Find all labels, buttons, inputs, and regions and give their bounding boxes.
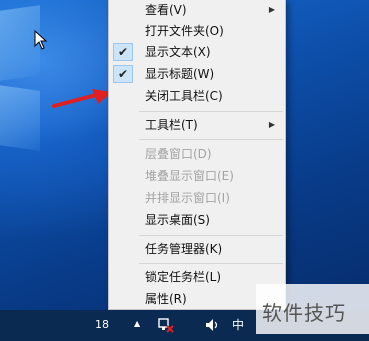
menu-separator [139, 139, 283, 140]
menu-item-label: 工具栏(T) [145, 118, 198, 132]
menu-item-label: 任务管理器(K) [145, 242, 223, 256]
menu-separator [139, 111, 283, 112]
checkmark-icon: ✔ [113, 65, 133, 83]
submenu-arrow-icon: ▶ [268, 120, 275, 129]
menu-item-label: 并排显示窗口(I) [145, 191, 230, 205]
menu-item-label: 查看(V) [145, 3, 187, 17]
menu-item-show-desktop[interactable]: 显示桌面(S) [109, 210, 285, 230]
menu-item-label: 锁定任务栏(L) [145, 270, 222, 284]
taskbar-context-menu: 查看(V) ▶ 打开文件夹(O) ✔ 显示文本(X) ✔ 显示标题(W) 关闭工… [108, 0, 286, 310]
tray-expand-icon[interactable]: ▲ [134, 319, 140, 328]
submenu-arrow-icon: ▶ [268, 5, 275, 14]
menu-item-label: 显示标题(W) [145, 67, 215, 81]
checkmark-icon: ✔ [113, 43, 133, 61]
ime-indicator[interactable]: 中 [232, 316, 244, 333]
watermark-text: 软件技巧 [262, 301, 346, 325]
menu-item-cascade-windows: 层叠窗口(D) [109, 144, 285, 164]
menu-item-label: 层叠窗口(D) [145, 147, 212, 161]
menu-item-label: 显示文本(X) [145, 45, 211, 59]
menu-separator [139, 263, 283, 264]
volume-icon[interactable] [205, 318, 221, 332]
menu-item-label: 打开文件夹(O) [145, 24, 224, 38]
mouse-cursor-icon [34, 30, 48, 50]
menu-item-stack-windows: 堆叠显示窗口(E) [109, 166, 285, 186]
menu-item-close-toolbar[interactable]: 关闭工具栏(C) [109, 86, 285, 106]
menu-item-task-manager[interactable]: 任务管理器(K) [109, 239, 285, 259]
menu-separator [139, 235, 283, 236]
windows-logo-pane [0, 81, 40, 151]
menu-item-show-title[interactable]: ✔ 显示标题(W) [109, 64, 285, 84]
menu-item-label: 关闭工具栏(C) [145, 89, 223, 103]
network-error-icon[interactable] [157, 316, 175, 334]
menu-item-label: 属性(R) [145, 292, 187, 306]
taskbar-number: 18 [95, 318, 109, 331]
menu-item-label: 显示桌面(S) [145, 213, 210, 227]
red-arrow-annotation [52, 89, 112, 108]
menu-item-label: 堆叠显示窗口(E) [145, 169, 234, 183]
menu-item-side-by-side: 并排显示窗口(I) [109, 188, 285, 208]
menu-item-open-folder[interactable]: 打开文件夹(O) [109, 21, 285, 41]
menu-item-toolbars[interactable]: 工具栏(T) ▶ [109, 115, 285, 135]
watermark: 软件技巧 [256, 284, 369, 334]
menu-item-view[interactable]: 查看(V) ▶ [109, 0, 285, 20]
menu-item-show-text[interactable]: ✔ 显示文本(X) [109, 42, 285, 62]
